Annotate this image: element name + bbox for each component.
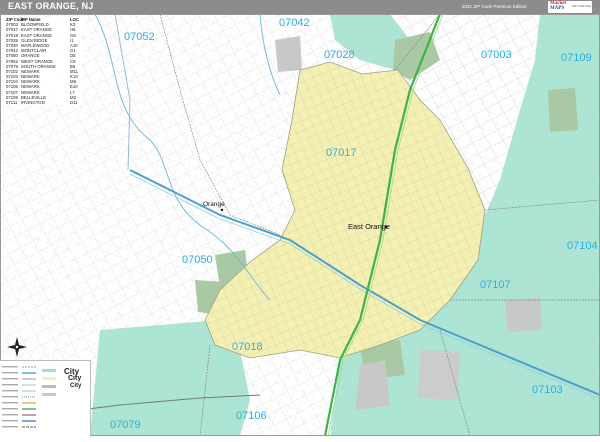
publisher-logo: Market MAPS ZIP Code Map (548, 1, 592, 13)
zip-07028: 07028 (324, 49, 355, 61)
zip-07109: 07109 (561, 52, 592, 64)
zip-table-cell: D11 (70, 100, 78, 105)
zip-07042: 07042 (279, 17, 310, 29)
map-legend: City City City (0, 360, 91, 437)
zip-07104: 07104 (567, 240, 598, 252)
title-bar: EAST ORANGE, NJ 2021 ZIP Code Premium Ed… (0, 0, 600, 14)
zip-code-table: ZIP Code ZIP Name LOC 07003 BLOOMFIELD K3 0701… (4, 17, 82, 106)
zip-table-cell: IRVINGTON (21, 100, 45, 105)
logo-line-3: ZIP Code Map (572, 4, 592, 8)
zip-07017: 07017 (326, 147, 357, 159)
east-orange-marker (384, 225, 388, 229)
zip-07079: 07079 (110, 419, 141, 431)
zip-table-cell: 07111 (6, 100, 18, 105)
zip-07003: 07003 (481, 49, 512, 61)
legend-city-label-3: City (70, 383, 82, 389)
compass-rose-icon (7, 337, 27, 357)
zip-07018: 07018 (232, 341, 263, 353)
zip-table-row: 07111 IRVINGTON D11 (4, 100, 82, 105)
map-frame: EAST ORANGE, NJ 2021 ZIP Code Premium Ed… (0, 0, 600, 437)
legend-city-label-2: City (68, 375, 82, 382)
logo-line-2: MAPS (550, 6, 565, 11)
zip-07050: 07050 (182, 254, 213, 266)
map-title: EAST ORANGE, NJ (8, 1, 94, 11)
orange-label: Orange (203, 201, 225, 208)
zip-07103: 07103 (532, 384, 563, 396)
zip-07052: 07052 (124, 31, 155, 43)
zip-07107: 07107 (480, 279, 511, 291)
orange-marker (220, 208, 224, 212)
east-orange-label: East Orange (348, 222, 390, 231)
zip-07106: 07106 (236, 410, 267, 422)
edition-label: 2021 ZIP Code Premium Edition (462, 4, 527, 9)
